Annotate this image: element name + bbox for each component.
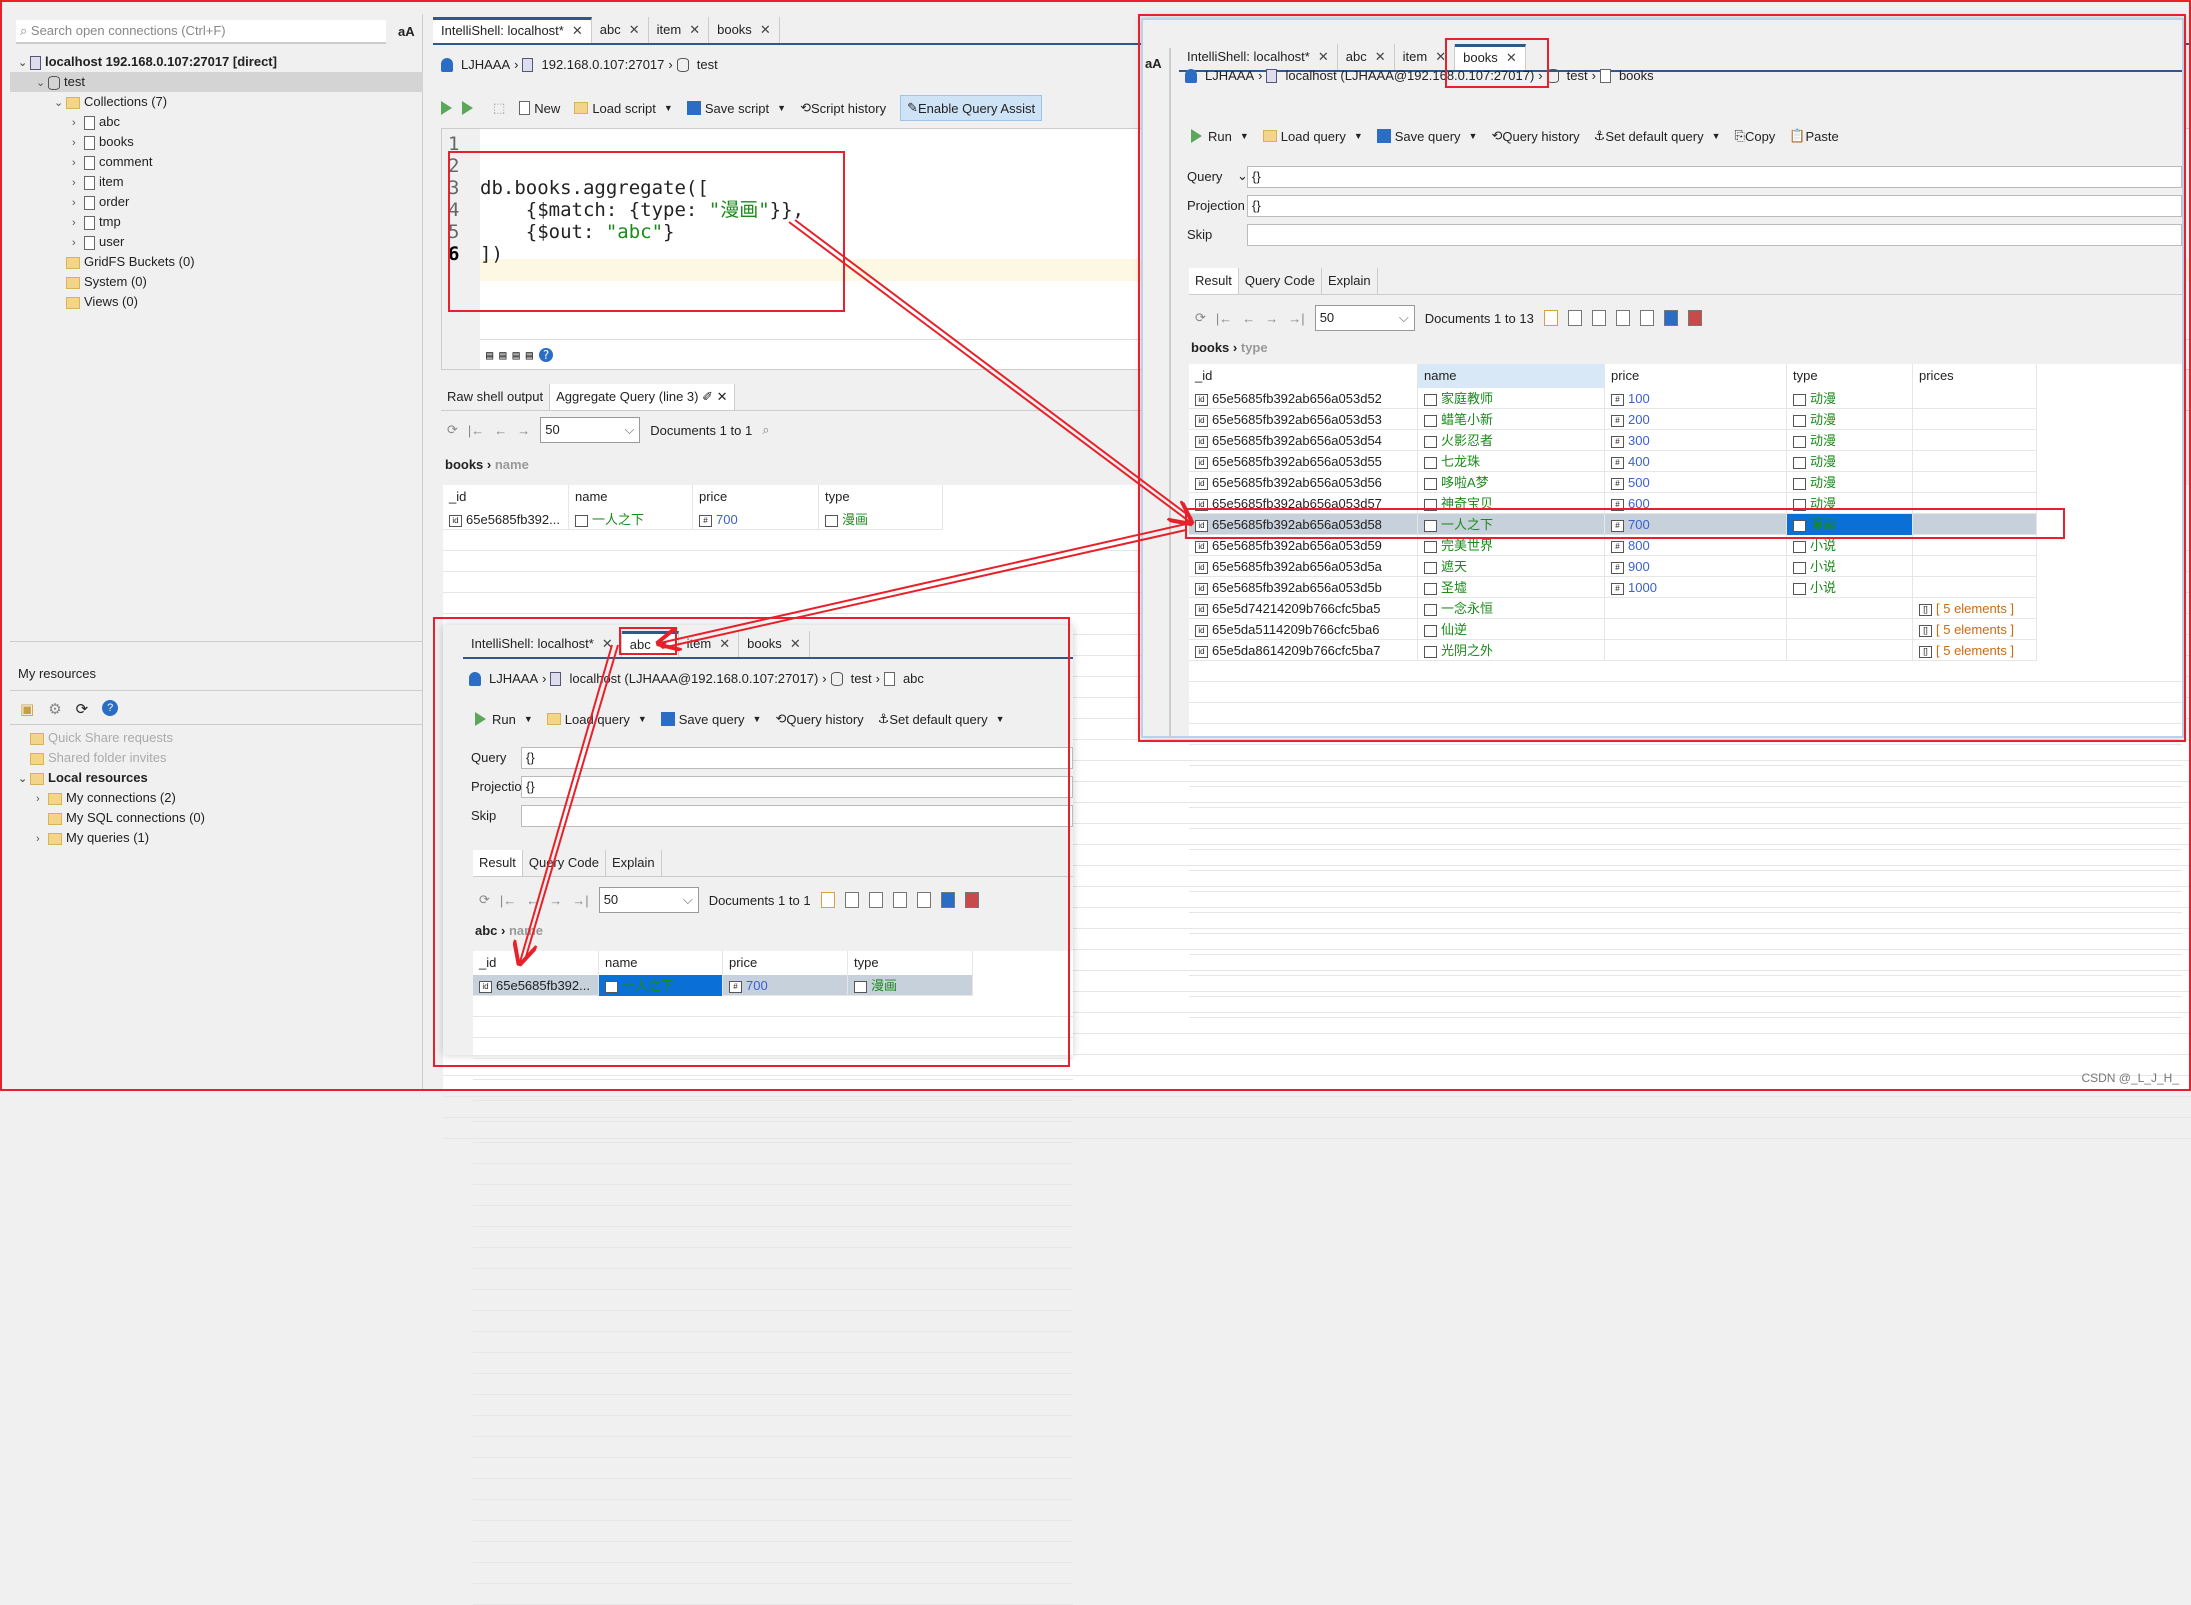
empty-row: [473, 1143, 1073, 1164]
empty-row: [473, 1206, 1073, 1227]
empty-row: [473, 1458, 1073, 1479]
arrow-abc-to-grid: [520, 644, 613, 962]
empty-row: [473, 1437, 1073, 1458]
empty-row: [473, 1542, 1073, 1563]
empty-row: [473, 1479, 1073, 1500]
empty-row: [473, 1521, 1073, 1542]
empty-row: [473, 1584, 1073, 1605]
empty-row: [473, 1500, 1073, 1521]
empty-row: [473, 1122, 1073, 1143]
empty-row: [473, 1374, 1073, 1395]
watermark: CSDN @_L_J_H_: [2081, 1071, 2179, 1085]
empty-row: [473, 1353, 1073, 1374]
empty-row: [473, 1164, 1073, 1185]
empty-row: [473, 1416, 1073, 1437]
empty-row: [473, 1185, 1073, 1206]
empty-row: [473, 1395, 1073, 1416]
empty-row: [473, 1248, 1073, 1269]
empty-row: [473, 1290, 1073, 1311]
empty-row: [473, 1101, 1073, 1122]
empty-row: [473, 1227, 1073, 1248]
annotation-arrows: [0, 219, 2191, 1091]
empty-row: [473, 1311, 1073, 1332]
empty-row: [473, 1563, 1073, 1584]
arrow-code-to-books: [788, 221, 1190, 522]
arrow-books-to-abc: [660, 523, 1187, 643]
empty-row: [473, 1332, 1073, 1353]
empty-row: [473, 1269, 1073, 1290]
